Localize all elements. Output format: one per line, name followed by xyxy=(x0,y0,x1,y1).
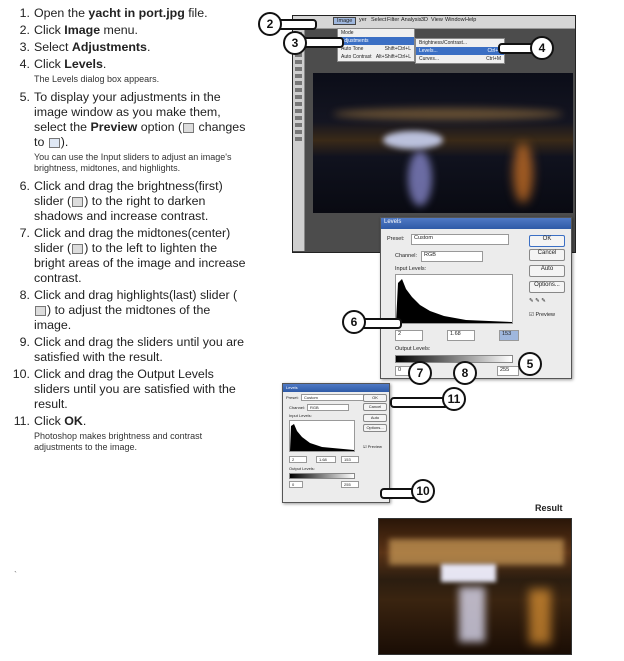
step-6: 6. Click and drag the brightness(first) s… xyxy=(19,179,223,223)
menu-filter[interactable]: Filter xyxy=(387,17,399,23)
checked-box-icon xyxy=(48,137,60,148)
callout-6: 6 xyxy=(342,310,366,334)
gradient-tool-icon[interactable] xyxy=(295,95,302,99)
callout-8: 8 xyxy=(453,361,477,385)
small-output-white[interactable]: 255 xyxy=(341,481,359,488)
step-1: 1. Open the yacht in port.jpg file. xyxy=(19,6,208,20)
shape-tool-icon[interactable] xyxy=(295,123,302,127)
zoom-tool-icon[interactable] xyxy=(295,137,302,141)
menu-window[interactable]: Window xyxy=(445,17,465,23)
step-3: 3. Select Adjustments. xyxy=(19,40,151,54)
small-options-button[interactable]: Options... xyxy=(363,424,387,432)
adjustments-submenu: Brightness/Contrast... Levels... Ctrl+L C… xyxy=(415,38,505,64)
unchecked-box-icon xyxy=(183,122,195,133)
small-output-black[interactable]: 0 xyxy=(289,481,303,488)
menu-item-auto-tone[interactable]: Auto Tone Shift+Ctrl+L xyxy=(338,45,414,53)
menu-analysis[interactable]: Analysis xyxy=(401,17,421,23)
input-mid-field[interactable]: 1.68 xyxy=(447,330,475,341)
step-5: 5. To display your adjustments in the ima… xyxy=(19,90,246,149)
preset-select[interactable]: Custom xyxy=(411,234,509,245)
step-7: 7. Click and drag the midtones(center) sl… xyxy=(19,226,246,285)
eyedropper-tool-icon[interactable] xyxy=(295,67,302,71)
menu-3d[interactable]: 3D xyxy=(421,17,428,23)
type-tool-icon[interactable] xyxy=(295,116,302,120)
hand-tool-icon[interactable] xyxy=(295,130,302,134)
step-10: 10. Click and drag the Output Levels slid… xyxy=(12,367,236,411)
small-input-black[interactable]: 2 xyxy=(289,456,307,463)
menu-layer[interactable]: yer xyxy=(359,17,367,23)
output-white-field[interactable]: 255 xyxy=(497,366,519,376)
menu-bar: Image yer Select Filter Analysis 3D View… xyxy=(293,16,575,29)
options-button[interactable]: Options... xyxy=(529,281,565,293)
levels-title: Levels xyxy=(381,218,571,229)
preview-checkbox[interactable]: ☑ Preview xyxy=(529,312,555,318)
small-channel-select[interactable]: RGB xyxy=(307,404,349,411)
menu-item-levels[interactable]: Levels... Ctrl+L xyxy=(416,47,504,55)
tools-panel xyxy=(293,29,305,251)
eyedropper-icons[interactable]: ✎ ✎ ✎ xyxy=(529,298,546,304)
menu-item-auto-contrast[interactable]: Auto Contrast Alt+Shift+Ctrl+L xyxy=(338,53,414,61)
ok-button[interactable]: OK xyxy=(529,235,565,247)
step-11: 11. Click OK. xyxy=(13,414,87,428)
menu-select[interactable]: Select xyxy=(371,17,386,23)
callout-10: 10 xyxy=(411,479,435,503)
image-menu: Mode Adjustments Auto Tone Shift+Ctrl+L A… xyxy=(337,28,415,62)
menu-item-curves[interactable]: Curves... Ctrl+M xyxy=(416,55,504,63)
white-slider-icon xyxy=(35,305,46,316)
eraser-tool-icon[interactable] xyxy=(295,88,302,92)
small-auto-button[interactable]: Auto xyxy=(363,414,387,422)
levels-dialog: Levels Preset: Custom Channel: RGB Input… xyxy=(380,217,572,379)
step-4: 4. Click Levels. xyxy=(19,57,107,71)
crop-tool-icon[interactable] xyxy=(295,60,302,64)
menu-image[interactable]: Image xyxy=(333,17,357,25)
small-histogram xyxy=(289,420,355,452)
histogram xyxy=(395,274,513,324)
stamp-tool-icon[interactable] xyxy=(295,81,302,85)
small-input-white[interactable]: 153 xyxy=(341,456,359,463)
input-white-field[interactable]: 153 xyxy=(499,330,519,341)
menu-item-brightness[interactable]: Brightness/Contrast... xyxy=(416,39,504,47)
instruction-steps: 1. Open the yacht in port.jpg file. 2. Cli… xyxy=(4,6,248,458)
channel-select[interactable]: RGB xyxy=(421,251,483,262)
result-photo xyxy=(378,518,572,655)
callout-5: 5 xyxy=(518,352,542,376)
callout-4: 4 xyxy=(530,36,554,60)
step-9: 9. Click and drag the sliders until you a… xyxy=(19,335,245,364)
result-label: Result xyxy=(535,503,563,513)
callout-11-line xyxy=(390,397,449,408)
step-4-note: The Levels dialog box appears. xyxy=(34,74,160,84)
small-histogram-graph xyxy=(290,424,354,451)
cancel-button[interactable]: Cancel xyxy=(529,249,565,261)
gray-slider-icon xyxy=(72,243,84,254)
step-2: 2. Click Image menu. xyxy=(19,23,138,37)
small-preset-select[interactable]: Custom xyxy=(301,394,365,401)
dodge-tool-icon[interactable] xyxy=(295,102,302,106)
small-cancel-button[interactable]: Cancel xyxy=(363,403,387,411)
menu-item-adjustments[interactable]: Adjustments xyxy=(338,37,414,45)
small-input-mid[interactable]: 1.68 xyxy=(316,456,336,463)
step-8: 8. Click and drag highlights(last) slider… xyxy=(19,288,238,332)
menu-item-mode[interactable]: Mode xyxy=(338,29,414,37)
yacht-photo xyxy=(313,73,573,213)
callout-2: 2 xyxy=(258,12,282,36)
pen-tool-icon[interactable] xyxy=(295,109,302,113)
menu-help[interactable]: Help xyxy=(465,17,476,23)
stray-mark: ` xyxy=(14,570,17,580)
small-preview-checkbox[interactable]: ☑ Preview xyxy=(363,444,382,449)
callout-3: 3 xyxy=(283,31,307,55)
callout-11: 11 xyxy=(442,387,466,411)
small-output-gradient[interactable] xyxy=(289,473,355,479)
callout-7: 7 xyxy=(408,361,432,385)
small-ok-button[interactable]: OK xyxy=(363,394,387,402)
input-black-field[interactable]: 2 xyxy=(395,330,423,341)
step-5-note: You can use the Input sliders to adjust … xyxy=(34,152,232,173)
brush-tool-icon[interactable] xyxy=(295,74,302,78)
auto-button[interactable]: Auto xyxy=(529,265,565,277)
step-11-note: Photoshop makes brightness and contrast … xyxy=(34,431,203,452)
levels-dialog-small: Levels Preset: Custom Channel: RGB Input… xyxy=(282,383,390,503)
histogram-graph xyxy=(396,279,512,323)
menu-view[interactable]: View xyxy=(431,17,443,23)
black-slider-icon xyxy=(72,196,84,207)
